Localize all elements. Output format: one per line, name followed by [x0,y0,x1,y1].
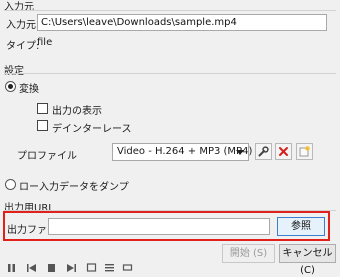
convert-label: 変換 [19,84,39,95]
convert-radio[interactable] [5,81,16,92]
input-source-field[interactable]: C:\Users\leave\Downloads\sample.mp4 [37,14,327,31]
output-file-field[interactable] [48,218,270,235]
wrench-icon [258,146,269,157]
pause-icon[interactable] [6,262,17,273]
next-icon[interactable] [66,262,77,273]
red-x-icon [279,147,288,156]
chevron-down-icon [236,150,244,155]
edit-profile-button[interactable] [255,143,272,160]
type-label: タイプ: [6,41,40,52]
stop-icon[interactable] [46,262,57,273]
delete-profile-button[interactable] [275,143,292,160]
profile-select[interactable]: Video - H.264 + MP3 (MP4) [112,143,253,161]
browse-button[interactable]: 参照 [277,217,325,236]
previous-icon[interactable] [26,262,37,273]
type-value: file [37,37,53,48]
dump-raw-label: ロー入力データをダンプ [19,182,129,193]
show-output-checkbox[interactable] [37,103,48,114]
playlist-icon[interactable] [104,262,115,273]
new-profile-button[interactable] [296,143,313,160]
radio-selected-dot [8,84,13,89]
settings-divider [4,73,336,74]
start-button[interactable]: 開始 (S) [222,244,275,263]
source-divider [4,10,336,11]
input-source-label: 入力元: [6,20,40,31]
cancel-button[interactable]: キャンセル (C) [279,244,336,276]
loop-icon[interactable] [122,262,133,273]
show-output-label: 出力の表示 [52,106,102,117]
new-profile-icon [299,146,310,157]
source-section-label: 入力元 [4,2,34,13]
settings-section-label: 設定 [4,66,24,77]
fullscreen-icon[interactable] [86,262,97,273]
deinterlace-label: デインターレース [52,124,132,135]
profile-select-value: Video - H.264 + MP3 (MP4) [117,146,253,157]
profile-label: プロファイル [17,151,77,162]
dump-raw-radio[interactable] [5,179,16,190]
deinterlace-checkbox[interactable] [37,120,48,131]
